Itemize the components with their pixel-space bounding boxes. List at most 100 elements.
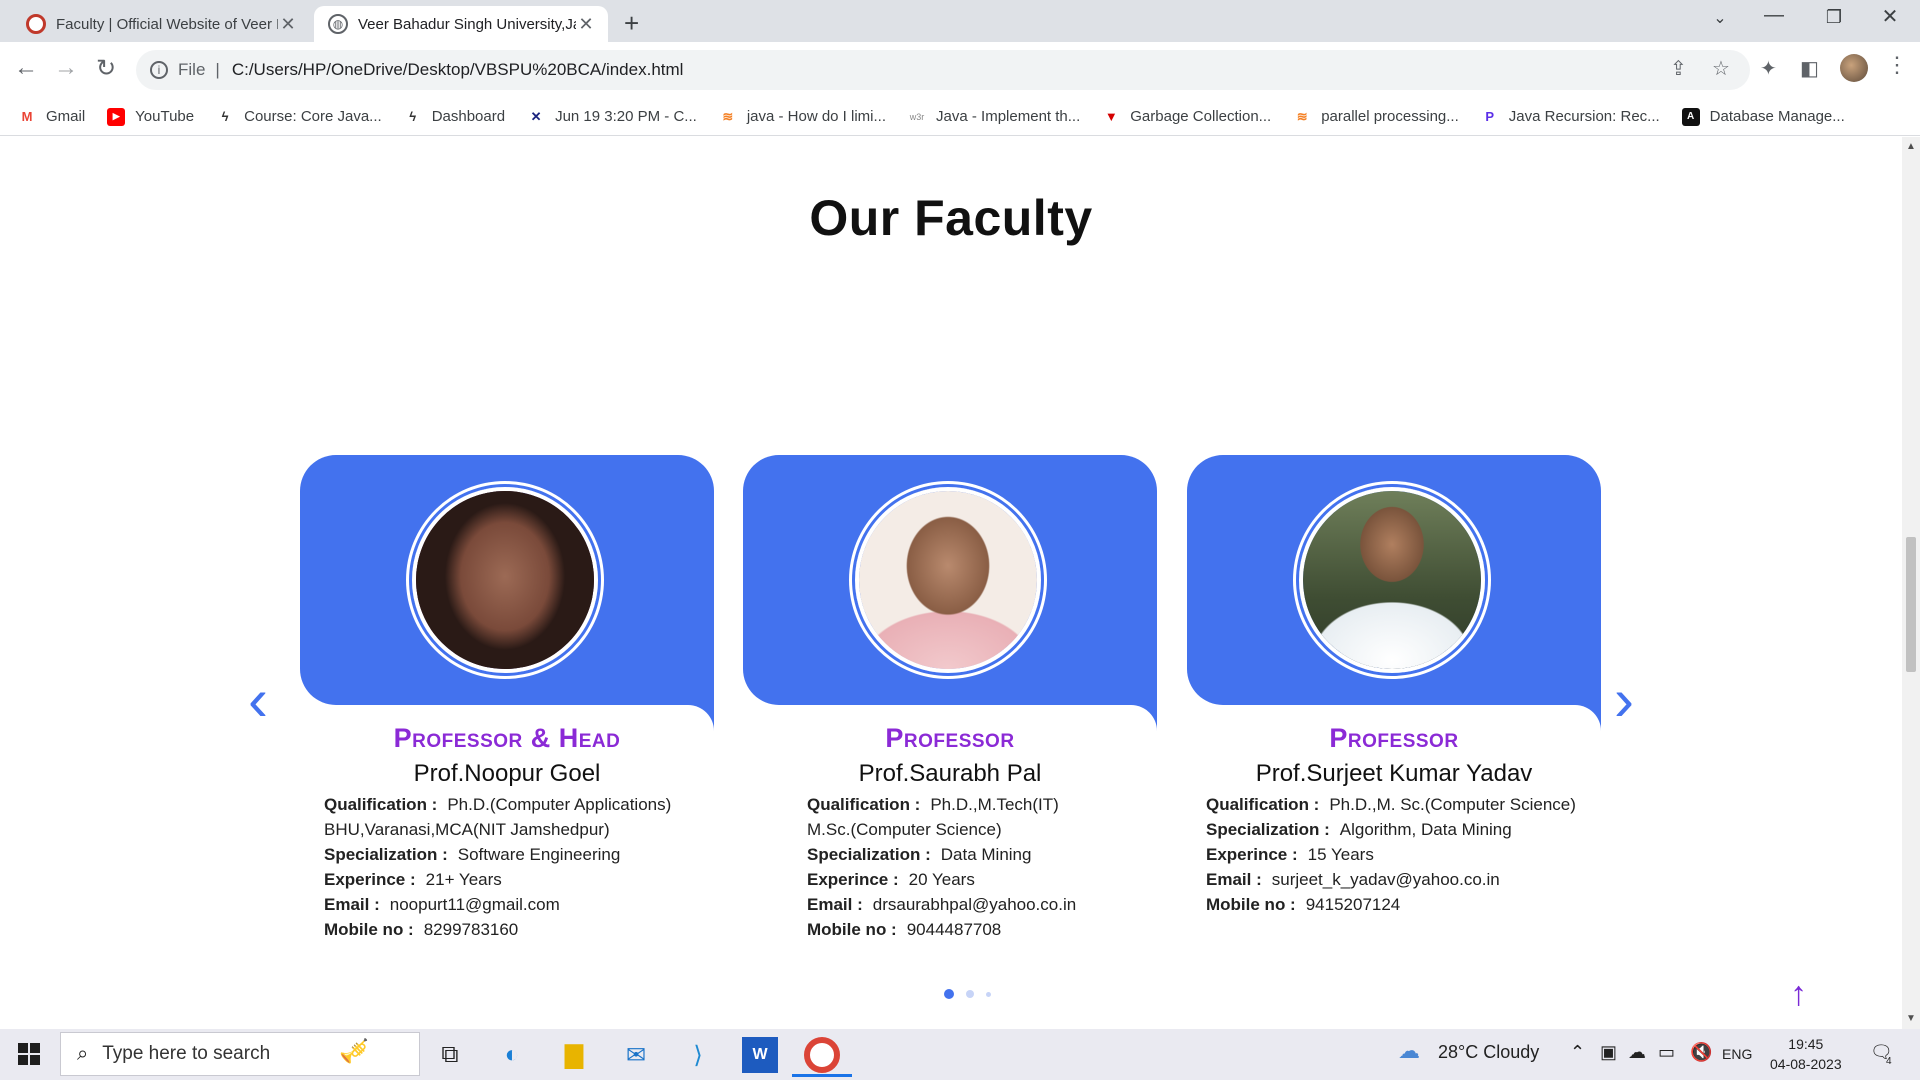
task-view-icon[interactable]: ⧉ (432, 1037, 468, 1073)
active-app-indicator (792, 1074, 852, 1077)
tab-search-chevron-icon[interactable]: ⌄ (1692, 8, 1748, 28)
page-title: Our Faculty (809, 190, 1093, 246)
tray-chevron-up-icon[interactable]: ⌃ (1570, 1042, 1585, 1063)
bookmark-java-limit[interactable]: ≋ java - How do I limi... (719, 108, 886, 126)
scrollbar-thumb[interactable] (1906, 537, 1916, 672)
faculty-card: Professor Prof.Surjeet Kumar Yadav Quali… (1187, 455, 1601, 917)
vscode-icon[interactable]: ⟩ (680, 1037, 716, 1073)
close-tab-icon[interactable]: ✕ (576, 14, 596, 35)
email-value: surjeet_k_yadav@yahoo.co.in (1271, 870, 1500, 889)
forward-button[interactable]: → (48, 54, 84, 82)
close-tab-icon[interactable]: ✕ (278, 14, 298, 35)
gmail-icon: M (21, 109, 33, 124)
tab-title: Veer Bahadur Singh University,Jaunpur (358, 15, 576, 33)
weather-cloud-icon[interactable]: ☁ (1398, 1038, 1420, 1064)
bookmark-java-implement[interactable]: w3r Java - Implement th... (908, 108, 1081, 126)
faculty-name: Prof.Surjeet Kumar Yadav (1255, 760, 1533, 787)
qualification-cont: BHU,Varanasi,MCA(NIT Jamshedpur) (324, 820, 610, 839)
carousel-dot[interactable] (944, 989, 954, 999)
tab-faculty[interactable]: Faculty | Official Website of Veer Bahad… (12, 6, 310, 42)
windows-start-icon[interactable] (18, 1043, 40, 1065)
email-label: Email : (324, 895, 380, 914)
url-text[interactable]: C:/Users/HP/OneDrive/Desktop/VBSPU%20BCA… (232, 60, 684, 80)
faculty-photo (1299, 487, 1485, 673)
mail-icon[interactable]: ✉ (618, 1037, 654, 1073)
page-scrollbar[interactable]: ▲ ▼ (1902, 137, 1920, 1029)
mobile-label: Mobile no : (1206, 895, 1296, 914)
edge-icon[interactable]: ◐ (494, 1037, 530, 1073)
faculty-details: Qualification : Ph.D.,M.Tech(IT) M.Sc.(Co… (743, 792, 1157, 942)
scroll-up-arrow-icon[interactable]: ▲ (1906, 141, 1916, 152)
bookmark-gmail[interactable]: M Gmail (18, 108, 86, 126)
search-icon: ⌕ (77, 1042, 89, 1065)
meet-now-icon[interactable]: ▣ (1600, 1042, 1617, 1063)
taskbar-search-box[interactable]: ⌕ Type here to search 🎺 (60, 1032, 420, 1076)
address-bar[interactable]: i File | C:/Users/HP/OneDrive/Desktop/VB… (136, 50, 1750, 90)
taskbar-clock[interactable]: 19:45 04-08-2023 (1770, 1034, 1842, 1074)
bookmark-parallel-processing[interactable]: ≋ parallel processing... (1293, 108, 1459, 126)
chrome-icon[interactable] (804, 1037, 840, 1073)
email-label: Email : (1206, 870, 1262, 889)
w3r-icon: w3r (909, 111, 925, 122)
faculty-card: Professor & Head Prof.Noopur Goel Qualif… (300, 455, 714, 942)
menu-kebab-icon[interactable]: ⋮ (1886, 52, 1908, 78)
trumpet-doodle-icon[interactable]: 🎺 (339, 1037, 369, 1066)
db-icon: A (1681, 107, 1700, 126)
mobile-label: Mobile no : (807, 920, 897, 939)
card-header (743, 455, 1157, 731)
experience-value: 20 Years (908, 870, 975, 889)
browser-tab-bar: Faculty | Official Website of Veer Bahad… (0, 0, 1920, 42)
bookmark-star-icon[interactable]: ☆ (1712, 56, 1730, 81)
language-indicator[interactable]: ENG (1722, 1046, 1752, 1062)
onedrive-cloud-icon[interactable]: ☁ (1628, 1042, 1646, 1063)
bookmark-garbage-collection[interactable]: ▼ Garbage Collection... (1102, 108, 1271, 126)
word-icon[interactable]: W (742, 1037, 778, 1073)
garbage-icon: ▼ (1104, 109, 1118, 124)
close-window-button[interactable]: ✕ (1862, 4, 1918, 29)
info-icon[interactable]: i (150, 61, 168, 79)
tab-vbspu[interactable]: ◍ Veer Bahadur Singh University,Jaunpur … (314, 6, 608, 42)
new-tab-button[interactable]: + (624, 8, 639, 39)
scroll-down-arrow-icon[interactable]: ▼ (1906, 1013, 1916, 1024)
back-button[interactable]: ← (8, 54, 44, 82)
bookmark-meet[interactable]: ✕ Jun 19 3:20 PM - C... (527, 108, 697, 126)
qualification-value: Ph.D.,M. Sc.(Computer Science) (1329, 795, 1576, 814)
carousel-next-chevron-icon[interactable]: › (1614, 670, 1634, 730)
extensions-icon[interactable]: ✦ (1760, 56, 1777, 81)
faculty-photo (412, 487, 598, 673)
carousel-dot[interactable] (986, 991, 991, 997)
reload-button[interactable]: ↻ (88, 54, 124, 83)
url-separator: | (215, 60, 220, 79)
experience-label: Experince : (324, 870, 416, 889)
mobile-value: 9415207124 (1305, 895, 1401, 914)
profile-avatar[interactable] (1840, 54, 1868, 82)
volume-muted-icon[interactable]: 🔇 (1690, 1042, 1712, 1063)
faculty-details: Qualification : Ph.D.,M. Sc.(Computer Sci… (1187, 792, 1601, 917)
bookmark-java-recursion[interactable]: P Java Recursion: Rec... (1481, 108, 1659, 126)
battery-icon[interactable]: ▭ (1658, 1042, 1675, 1063)
restore-button[interactable]: ❐ (1806, 7, 1862, 28)
bookmark-dashboard[interactable]: ϟ Dashboard (404, 108, 505, 126)
specialization-label: Specialization : (807, 845, 931, 864)
dashboard-icon: ϟ (409, 109, 417, 124)
carousel-prev-chevron-icon[interactable]: ‹ (248, 670, 268, 730)
email-value: noopurt11@gmail.com (389, 895, 560, 914)
scroll-to-top-arrow-icon[interactable]: ↑ (1790, 975, 1807, 1014)
clock-time: 19:45 (1788, 1036, 1824, 1052)
specialization-value: Data Mining (940, 845, 1032, 864)
file-explorer-icon[interactable]: ▇ (556, 1037, 592, 1073)
share-icon[interactable]: ⇪ (1670, 56, 1687, 81)
bookmarks-bar: M Gmail ▶ YouTube ϟ Course: Core Java... ϟD… (0, 98, 1920, 136)
mobile-value: 8299783160 (423, 920, 519, 939)
side-panel-icon[interactable]: ◧ (1800, 56, 1819, 81)
weather-text[interactable]: 28°C Cloudy (1438, 1042, 1539, 1063)
carousel-dot[interactable] (966, 990, 974, 998)
youtube-icon: ▶ (107, 107, 126, 126)
bookmark-course[interactable]: ϟ Course: Core Java... (216, 108, 382, 126)
minimize-button[interactable]: — (1746, 4, 1802, 27)
experience-value: 15 Years (1307, 845, 1374, 864)
bookmark-database[interactable]: A Database Manage... (1681, 107, 1845, 126)
experience-label: Experince : (1206, 845, 1298, 864)
browser-toolbar: ← → ↻ i File | C:/Users/HP/OneDrive/Desk… (0, 42, 1920, 98)
bookmark-youtube[interactable]: ▶ YouTube (107, 107, 194, 126)
